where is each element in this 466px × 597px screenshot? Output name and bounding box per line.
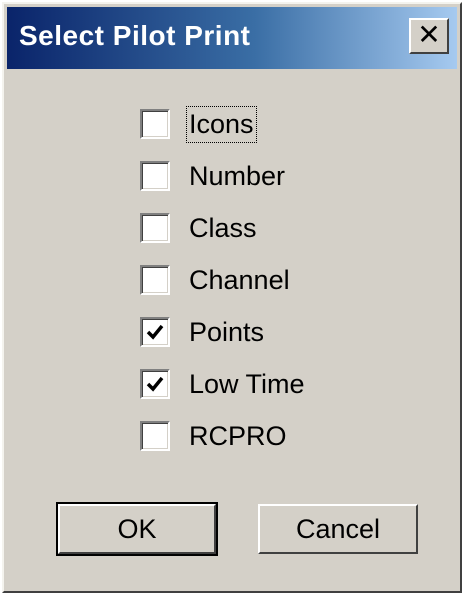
cancel-button[interactable]: Cancel — [258, 504, 418, 554]
checkmark-icon — [146, 324, 164, 340]
option-class[interactable]: Class — [140, 208, 260, 248]
option-label-icons: Icons — [186, 105, 257, 143]
option-label-number: Number — [189, 160, 286, 191]
ok-button[interactable]: OK — [56, 502, 218, 556]
option-low-time[interactable]: Low Time — [140, 364, 308, 404]
close-icon: ✕ — [417, 18, 441, 51]
option-icons[interactable]: Icons — [140, 104, 257, 144]
option-label-channel: Channel — [189, 264, 290, 295]
checkmark-icon — [146, 376, 164, 392]
option-label-low-time: Low Time — [189, 368, 305, 399]
checkbox-low-time[interactable] — [140, 369, 170, 399]
option-points[interactable]: Points — [140, 312, 267, 352]
title-bar[interactable]: Select Pilot Print ✕ — [7, 7, 457, 69]
option-rcpro[interactable]: RCPRO — [140, 416, 290, 456]
checkbox-class[interactable] — [140, 213, 170, 243]
close-button[interactable]: ✕ — [409, 18, 449, 54]
checkbox-icons[interactable] — [140, 109, 170, 139]
option-label-class: Class — [189, 212, 257, 243]
option-label-points: Points — [189, 316, 265, 347]
checkbox-rcpro[interactable] — [140, 421, 170, 451]
select-pilot-print-dialog: Select Pilot Print ✕ Icons Number Class … — [2, 2, 462, 593]
option-channel[interactable]: Channel — [140, 260, 293, 300]
option-label-rcpro: RCPRO — [189, 420, 287, 451]
checkbox-points[interactable] — [140, 317, 170, 347]
dialog-title: Select Pilot Print — [19, 20, 251, 51]
checkbox-number[interactable] — [140, 161, 170, 191]
checkbox-channel[interactable] — [140, 265, 170, 295]
option-number[interactable]: Number — [140, 156, 288, 196]
